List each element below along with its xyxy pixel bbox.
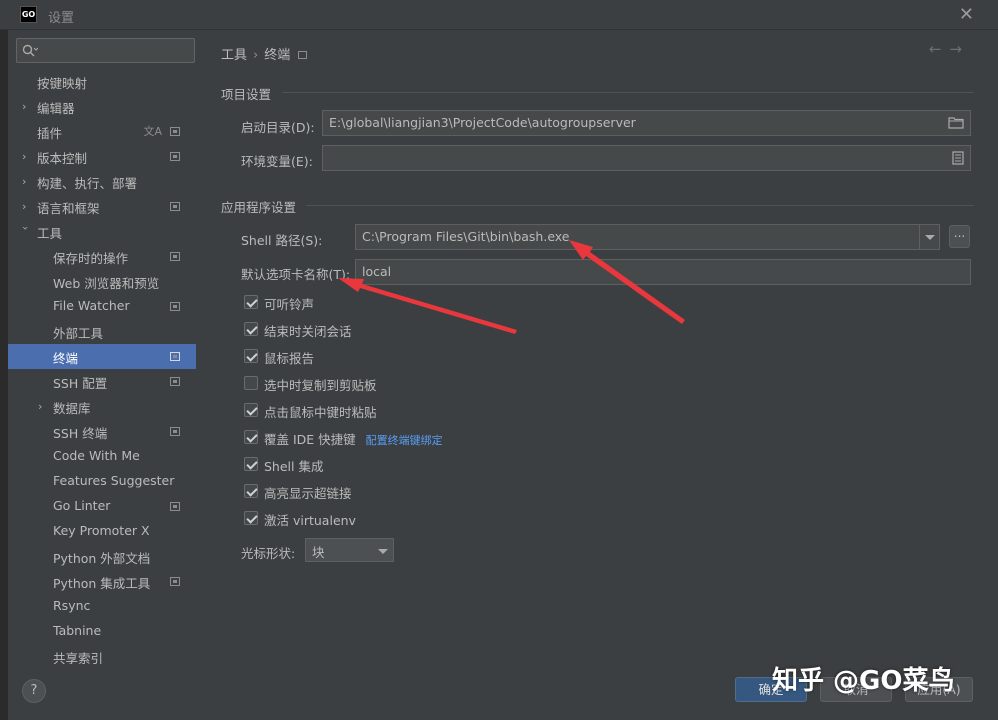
divider	[282, 92, 974, 93]
breadcrumb-parent[interactable]: 工具	[221, 48, 247, 63]
shell-path-label: Shell 路径(S):	[241, 233, 323, 248]
chevron-right-icon[interactable]: ›	[38, 400, 48, 413]
forward-arrow-icon[interactable]: →	[949, 40, 970, 58]
search-input[interactable]	[16, 38, 195, 63]
sidebar-item-external-tools[interactable]: 外部工具	[8, 319, 196, 344]
project-scope-icon	[170, 377, 180, 386]
breadcrumb: 工具 › 终端	[221, 44, 308, 63]
checkbox[interactable]	[244, 376, 258, 390]
env-vars-label: 环境变量(E):	[241, 154, 313, 169]
cursor-shape-label: 光标形状:	[241, 546, 296, 561]
env-vars-field[interactable]	[322, 145, 971, 171]
sidebar-item-actions-on-save[interactable]: 保存时的操作	[8, 244, 196, 269]
chevron-right-icon[interactable]: ›	[22, 100, 32, 113]
cursor-shape-select[interactable]: 块	[305, 538, 394, 562]
settings-tree: 按键映射 › 编辑器 插件 文A › 版本控制 › 构建、执行、部署 › 语言和框架 › 工…	[8, 69, 196, 664]
chevron-down-icon[interactable]	[373, 539, 393, 561]
app-settings-heading: 应用程序设置	[221, 200, 297, 215]
goland-logo-icon: GO	[20, 6, 37, 23]
checkbox[interactable]	[244, 457, 258, 471]
checkbox[interactable]	[244, 511, 258, 525]
tab-name-label: 默认选项卡名称(T):	[241, 267, 351, 282]
sidebar-item-go-linter[interactable]: Go Linter	[8, 494, 196, 519]
browse-button[interactable]: ...	[949, 225, 970, 248]
sidebar-item-python-tools[interactable]: Python 集成工具	[8, 569, 196, 594]
sidebar-item-database[interactable]: › 数据库	[8, 394, 196, 419]
sidebar-item-ssh-config[interactable]: SSH 配置	[8, 369, 196, 394]
chevron-right-icon[interactable]: ›	[22, 200, 32, 213]
project-scope-icon	[170, 502, 180, 511]
configure-keybindings-link[interactable]: 配置终端键绑定	[366, 434, 443, 447]
shell-path-combo[interactable]: C:\Program Files\Git\bin\bash.exe	[355, 224, 940, 250]
help-button[interactable]: ?	[22, 679, 46, 703]
chevron-right-icon[interactable]: ›	[22, 150, 32, 163]
chevron-right-icon[interactable]: ›	[22, 175, 32, 188]
project-scope-icon	[170, 577, 180, 586]
close-icon[interactable]: ✕	[959, 4, 974, 25]
start-dir-field[interactable]: E:\global\liangjian3\ProjectCode\autogro…	[322, 110, 971, 136]
sidebar-item-vcs[interactable]: › 版本控制	[8, 144, 196, 169]
sidebar-item-code-with-me[interactable]: Code With Me	[8, 444, 196, 469]
project-scope-icon	[298, 51, 308, 59]
nav-arrows: ←→	[929, 40, 970, 58]
chevron-down-icon[interactable]: ›	[19, 226, 32, 236]
sidebar-item-web-browsers[interactable]: Web 浏览器和预览	[8, 269, 196, 294]
checkbox[interactable]	[244, 484, 258, 498]
watermark: 知乎 @GO菜鸟	[772, 666, 955, 696]
window-title: 设置	[48, 11, 75, 26]
project-scope-icon	[170, 202, 180, 211]
sidebar-item-build[interactable]: › 构建、执行、部署	[8, 169, 196, 194]
sidebar-item-python-docs[interactable]: Python 外部文档	[8, 544, 196, 569]
checkbox[interactable]	[244, 430, 258, 444]
chevron-down-icon[interactable]	[919, 225, 939, 249]
project-scope-icon	[170, 302, 180, 311]
translate-icon: 文A	[143, 125, 162, 138]
search-icon	[22, 44, 38, 57]
sidebar-item-rsync[interactable]: Rsync	[8, 594, 196, 619]
sidebar-item-tools[interactable]: › 工具	[8, 219, 196, 244]
divider	[306, 205, 974, 206]
sidebar-item-terminal[interactable]: 终端	[8, 344, 196, 369]
settings-sidebar: 按键映射 › 编辑器 插件 文A › 版本控制 › 构建、执行、部署 › 语言和框架 › 工…	[8, 30, 204, 664]
sidebar-item-plugins[interactable]: 插件 文A	[8, 119, 196, 144]
checkbox[interactable]	[244, 322, 258, 336]
project-scope-icon	[170, 127, 180, 136]
checkbox[interactable]	[244, 295, 258, 309]
settings-content: 工具 › 终端 ←→ 项目设置 启动目录(D): E:\global\liangji…	[204, 30, 998, 664]
sidebar-item-shared-indexes[interactable]: 共享索引	[8, 644, 196, 664]
sidebar-item-languages[interactable]: › 语言和框架	[8, 194, 196, 219]
tab-name-field[interactable]: local	[355, 259, 971, 285]
sidebar-item-key-promoter[interactable]: Key Promoter X	[8, 519, 196, 544]
project-scope-icon	[170, 152, 180, 161]
sidebar-item-keymap[interactable]: 按键映射	[8, 69, 196, 94]
sidebar-item-ssh-terminal[interactable]: SSH 终端	[8, 419, 196, 444]
breadcrumb-current: 终端	[264, 48, 291, 63]
project-scope-icon	[170, 352, 180, 361]
checkbox[interactable]	[244, 403, 258, 417]
sidebar-item-tabnine[interactable]: Tabnine	[8, 619, 196, 644]
project-scope-icon	[170, 427, 180, 436]
start-dir-label: 启动目录(D):	[241, 120, 315, 135]
checkbox[interactable]	[244, 349, 258, 363]
document-icon[interactable]	[952, 151, 964, 165]
back-arrow-icon[interactable]: ←	[929, 40, 950, 58]
title-bar: GO 设置 ✕	[0, 0, 998, 30]
project-settings-heading: 项目设置	[221, 87, 272, 102]
sidebar-item-file-watcher[interactable]: File Watcher	[8, 294, 196, 319]
project-scope-icon	[170, 252, 180, 261]
sidebar-item-editor[interactable]: › 编辑器	[8, 94, 196, 119]
sidebar-item-features-suggester[interactable]: Features Suggester	[8, 469, 196, 494]
folder-icon[interactable]	[948, 116, 964, 129]
